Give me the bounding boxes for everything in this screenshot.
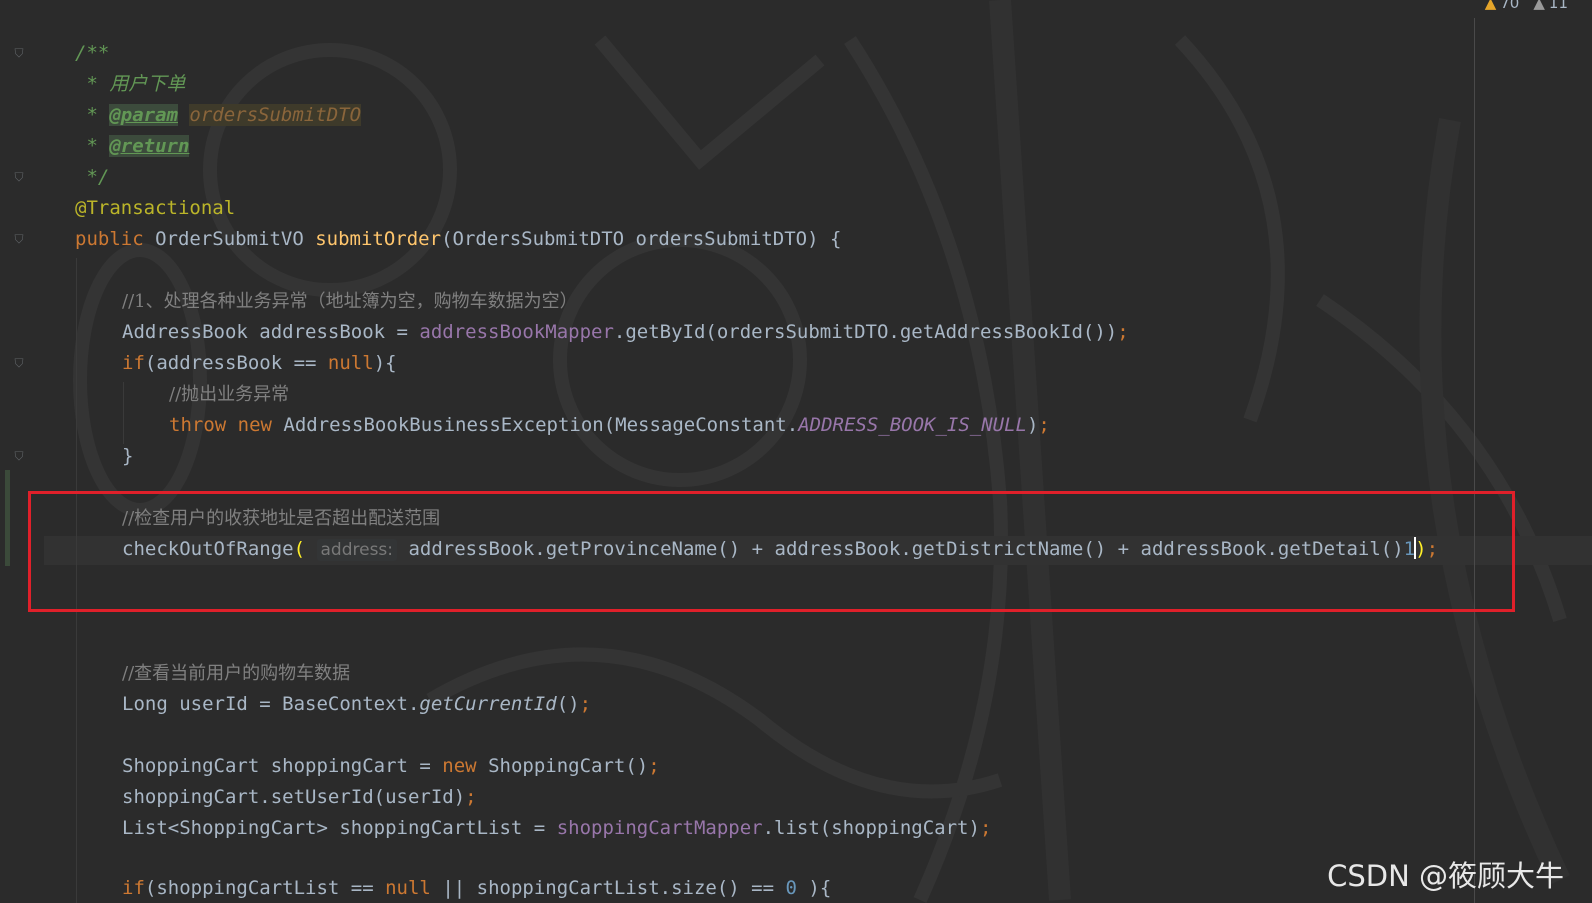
red-highlight-box <box>28 491 1515 612</box>
user-id-line: Long userId = BaseContext.getCurrentId()… <box>122 693 592 715</box>
doc-comment-description: * 用户下单 <box>75 73 186 95</box>
if-close-brace: } <box>122 445 134 467</box>
address-book-line: AddressBook addressBook = addressBookMap… <box>122 321 1129 343</box>
code-editor[interactable]: ⛉ ⛉ ⛉ ⛉ ⛉ ▲ 70 ▲ 11 /** * 用户下单 * @param or… <box>0 0 1592 903</box>
doc-comment-close: */ <box>75 166 110 188</box>
cart-list-line: List<ShoppingCart> shoppingCartList = sh… <box>122 817 992 839</box>
throw-line: throw new AddressBookBusinessException(M… <box>169 414 1050 436</box>
csdn-watermark: CSDN @筱顾大牛 <box>1327 859 1564 893</box>
doc-param-line: * @param ordersSubmitDTO <box>75 104 362 126</box>
comment-view-cart: //查看当前用户的购物车数据 <box>122 663 351 684</box>
doc-comment-open: /** <box>75 42 110 64</box>
comment-throw: //抛出业务异常 <box>169 384 290 405</box>
if-null-line: if(addressBook == null){ <box>122 352 397 374</box>
transactional-annotation: @Transactional <box>75 197 236 219</box>
code-area[interactable]: /** * 用户下单 * @param ordersSubmitDTO * @r… <box>0 0 1592 903</box>
set-user-id-line: shoppingCart.setUserId(userId); <box>122 786 477 808</box>
cart-empty-check-line: if(shoppingCartList == null || shoppingC… <box>122 877 832 899</box>
comment-handle-exceptions: //1、处理各种业务异常（地址簿为空，购物车数据为空） <box>122 291 578 312</box>
method-signature: public OrderSubmitVO submitOrder(OrdersS… <box>75 228 842 250</box>
shopping-cart-line: ShoppingCart shoppingCart = new Shopping… <box>122 755 660 777</box>
doc-return-line: * @return <box>75 135 190 157</box>
